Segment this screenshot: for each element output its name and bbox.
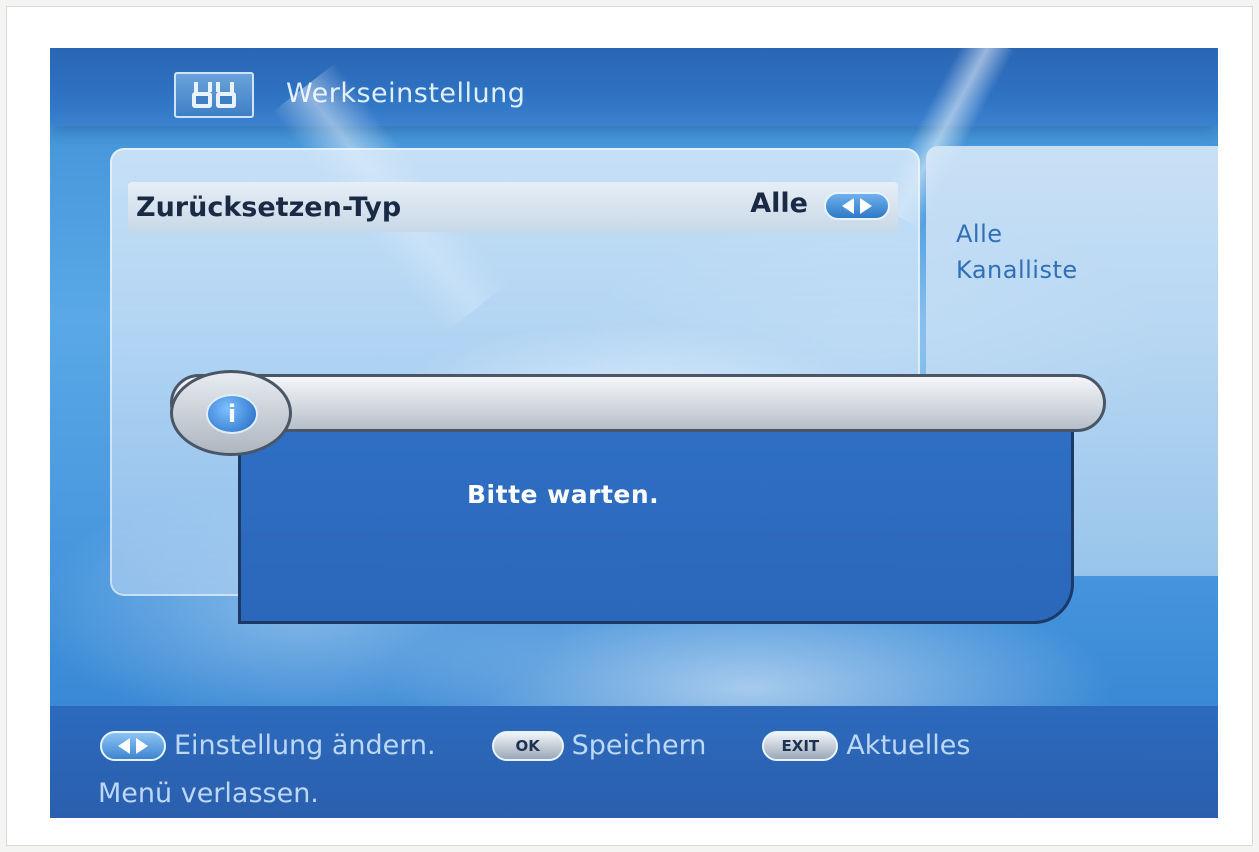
help-bar: Einstellung ändern. OK Speichern EXIT Ak… bbox=[50, 706, 1218, 818]
ok-key-icon: OK bbox=[491, 730, 564, 761]
title-bar: Werkseinstellung bbox=[50, 48, 1218, 126]
option-item[interactable]: Kanalliste bbox=[956, 256, 1078, 284]
settings-tools-icon bbox=[174, 72, 254, 118]
left-right-key-icon bbox=[100, 730, 166, 761]
arrow-left-icon bbox=[118, 737, 130, 754]
help-exit-label: Aktuelles bbox=[846, 730, 971, 761]
arrow-right-icon bbox=[860, 198, 872, 214]
help-line: Einstellung ändern. OK Speichern EXIT Ak… bbox=[100, 730, 970, 761]
page-title: Werkseinstellung bbox=[286, 78, 526, 109]
arrow-left-icon bbox=[842, 198, 854, 214]
setting-row-reset-type[interactable]: Zurücksetzen-Typ Alle bbox=[128, 182, 898, 232]
option-item[interactable]: Alle bbox=[956, 220, 1078, 248]
dialog-body: Bitte warten. bbox=[238, 424, 1074, 624]
info-icon: i bbox=[206, 394, 258, 434]
arrow-right-icon bbox=[136, 737, 148, 754]
exit-key-icon: EXIT bbox=[762, 730, 839, 761]
tv-screen: Werkseinstellung Zurücksetzen-Typ Alle A… bbox=[50, 48, 1218, 818]
help-exit-label-continued: Menü verlassen. bbox=[98, 778, 319, 809]
setting-label: Zurücksetzen-Typ bbox=[136, 192, 402, 223]
setting-value: Alle bbox=[750, 188, 808, 219]
dialog-message: Bitte warten. bbox=[467, 480, 660, 509]
options-list: Alle Kanalliste bbox=[956, 220, 1078, 292]
help-change-label: Einstellung ändern. bbox=[174, 730, 436, 761]
help-save-label: Speichern bbox=[571, 730, 707, 761]
dialog-header-bar bbox=[170, 374, 1106, 432]
left-right-arrows-icon[interactable] bbox=[824, 192, 890, 220]
